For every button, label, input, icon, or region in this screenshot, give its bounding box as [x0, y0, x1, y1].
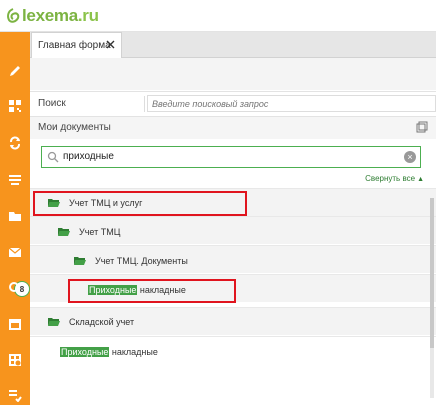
tree-item-tmc[interactable]: Учет ТМЦ: [58, 227, 120, 237]
tree-item-label: накладные: [109, 347, 158, 357]
documents-filter-input[interactable]: приходные ×: [41, 146, 421, 168]
close-icon[interactable]: [106, 40, 115, 49]
logo-tld: .ru: [77, 6, 99, 25]
main-panel: Поиск Мои документы приходные × Свернуть…: [30, 58, 436, 405]
folder-open-icon: [48, 318, 60, 326]
tree-item-incoming-invoices-2[interactable]: Приходные накладные: [60, 347, 158, 357]
tab-main-form[interactable]: Главная форма: [31, 32, 122, 58]
scrollbar[interactable]: [430, 198, 434, 398]
highlight-frame: [68, 279, 236, 303]
expand-window-icon[interactable]: [416, 121, 428, 133]
tree-row[interactable]: Учет ТМЦ: [30, 216, 436, 244]
tree-item-warehouse[interactable]: Складской учет: [48, 317, 134, 327]
tab-label: Главная форма: [38, 40, 111, 51]
left-sidebar: 8: [0, 32, 30, 405]
toolbar-area: [30, 58, 436, 90]
documents-title: Мои документы: [38, 122, 111, 133]
clear-icon[interactable]: ×: [404, 151, 416, 163]
match-highlight: Приходные: [60, 347, 110, 357]
tree-item-label: Учет ТМЦ: [79, 227, 121, 237]
collapse-all-link[interactable]: Свернуть все ▲: [365, 174, 424, 183]
mail-icon[interactable]: [0, 237, 30, 267]
sync-icon[interactable]: [0, 128, 30, 158]
divider: [144, 96, 145, 112]
tree-item-label: Учет ТМЦ. Документы: [95, 256, 188, 266]
collapse-all-label: Свернуть все: [365, 174, 416, 183]
checklist-icon[interactable]: [0, 380, 30, 410]
tree-row[interactable]: Складской учет: [30, 307, 436, 335]
search-bar: Поиск: [30, 91, 436, 117]
logo-leaf-icon: [7, 8, 20, 23]
calendar-icon[interactable]: [0, 309, 30, 339]
tree-item-tmc-documents[interactable]: Учет ТМЦ. Документы: [74, 256, 188, 266]
qr-icon[interactable]: [0, 91, 30, 121]
search-label: Поиск: [38, 98, 66, 109]
folder-icon[interactable]: [0, 201, 30, 231]
pencil-icon[interactable]: [0, 56, 30, 86]
caret-up-icon: ▲: [417, 176, 424, 183]
top-header: lexema .ru: [0, 0, 436, 32]
highlight-frame: [33, 191, 247, 216]
tree-row[interactable]: Приходные накладные: [30, 336, 436, 364]
tree-row[interactable]: Учет ТМЦ. Документы: [30, 245, 436, 273]
folder-open-icon: [58, 228, 70, 236]
filter-value: приходные: [63, 151, 114, 162]
list-icon[interactable]: [0, 165, 30, 195]
search-input[interactable]: [147, 95, 436, 112]
tab-bar: Главная форма: [30, 32, 436, 58]
lexema-logo[interactable]: lexema .ru: [6, 6, 99, 26]
table-icon[interactable]: [0, 345, 30, 375]
tree-item-label: Складской учет: [69, 317, 135, 327]
folder-open-icon: [74, 257, 86, 265]
main-content: Поиск Мои документы приходные × Свернуть…: [30, 58, 436, 405]
logo-text: lexema: [22, 6, 78, 25]
search-icon: [47, 151, 59, 163]
documents-header: Мои документы: [30, 117, 436, 139]
search-icon[interactable]: [0, 273, 30, 303]
